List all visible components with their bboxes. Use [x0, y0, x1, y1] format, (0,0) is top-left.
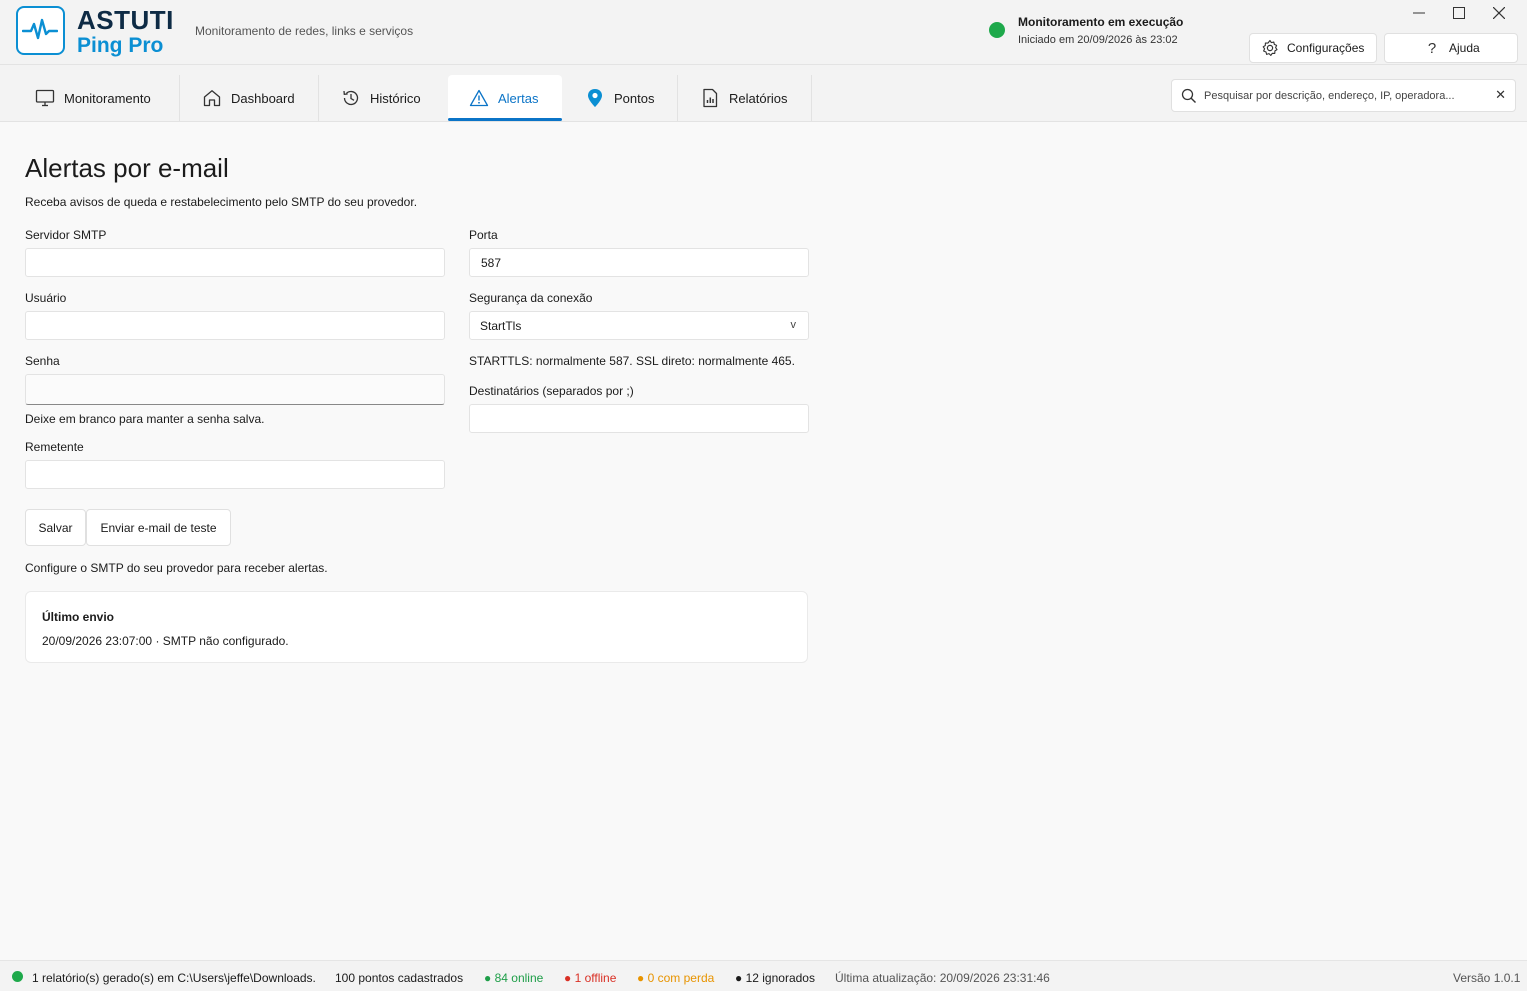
tab-label: Relatórios [729, 90, 788, 106]
tab-label: Histórico [370, 90, 421, 106]
tab-label: Dashboard [231, 90, 295, 106]
page-subtitle: Receba avisos de queda e restabeleciment… [25, 195, 418, 209]
status-started: Iniciado em 20/09/2026 às 23:02 [1018, 34, 1178, 46]
password-hint: Deixe em branco para manter a senha salv… [25, 412, 265, 426]
help-button[interactable]: ? Ajuda [1384, 33, 1518, 63]
online-count: ● 84 online [484, 971, 544, 985]
tab-label: Monitoramento [64, 90, 151, 106]
history-icon [341, 88, 361, 108]
sender-label: Remetente [25, 440, 84, 454]
security-selected-value: StartTls [480, 318, 522, 333]
loss-count: ● 0 com perda [637, 971, 715, 985]
tagline: Monitoramento de redes, links e serviços [195, 24, 414, 38]
search-icon [1181, 88, 1197, 107]
tab-relatorios[interactable]: Relatórios [678, 75, 811, 121]
tab-alertas[interactable]: Alertas [448, 75, 562, 121]
warning-icon [469, 88, 489, 108]
minimize-icon [1413, 12, 1425, 14]
tab-divider [811, 75, 812, 121]
logo [16, 6, 65, 55]
ignored-count: ● 12 ignorados [735, 971, 815, 985]
chevron-down-icon: v [790, 319, 797, 331]
report-status: 1 relatório(s) gerado(s) em C:\Users\jef… [32, 971, 316, 985]
monitor-icon [35, 88, 55, 108]
header: ASTUTI Ping Pro Monitoramento de redes, … [0, 0, 1527, 65]
status-indicator [989, 22, 1005, 38]
status-bar: 1 relatório(s) gerado(s) em C:\Users\jef… [0, 960, 1527, 991]
security-select[interactable]: StartTls v [469, 311, 809, 340]
home-icon [202, 88, 222, 108]
smtp-server-input[interactable] [25, 248, 445, 277]
maximize-button[interactable] [1439, 2, 1479, 24]
save-button[interactable]: Salvar [25, 509, 86, 546]
recipients-input[interactable] [469, 404, 809, 433]
app-window: ASTUTI Ping Pro Monitoramento de redes, … [0, 0, 1527, 991]
brand-subname: Ping Pro [77, 34, 164, 57]
last-send-title: Último envio [42, 610, 115, 624]
maximize-icon [1453, 7, 1465, 19]
close-icon [1493, 7, 1505, 19]
last-update: Última atualização: 20/09/2026 23:31:46 [835, 971, 1050, 985]
user-input[interactable] [25, 311, 445, 340]
tab-monitoramento[interactable]: Monitoramento [24, 75, 179, 121]
user-label: Usuário [25, 291, 67, 305]
pulse-icon [22, 18, 58, 40]
tab-label: Pontos [614, 90, 655, 106]
settings-button[interactable]: Configurações [1249, 33, 1377, 63]
close-button[interactable] [1479, 2, 1519, 24]
minimize-button[interactable] [1399, 2, 1439, 24]
page-title: Alertas por e-mail [25, 153, 229, 183]
status-title: Monitoramento em execução [1018, 15, 1184, 29]
clear-search-icon[interactable]: ✕ [1495, 87, 1506, 103]
info-text: Configure o SMTP do seu provedor para re… [25, 561, 328, 575]
help-label: Ajuda [1449, 41, 1480, 55]
port-input[interactable] [469, 248, 809, 277]
last-send-card: Último envio 20/09/2026 23:07:00 · SMTP … [25, 591, 808, 663]
offline-count: ● 1 offline [564, 971, 617, 985]
security-hint: STARTTLS: normalmente 587. SSL direto: n… [469, 354, 795, 368]
password-label: Senha [25, 354, 60, 368]
active-tab-indicator [448, 118, 562, 121]
recipients-label: Destinatários (separados por ;) [469, 384, 634, 398]
brand-name: ASTUTI [77, 5, 174, 35]
help-icon: ? [1427, 39, 1437, 57]
status-indicator [12, 971, 23, 982]
password-input[interactable] [25, 374, 445, 405]
settings-label: Configurações [1287, 41, 1365, 55]
search-input[interactable] [1204, 86, 1489, 106]
tab-dashboard[interactable]: Dashboard [180, 75, 318, 121]
sender-input[interactable] [25, 460, 445, 489]
gear-icon [1261, 39, 1279, 57]
send-test-email-button[interactable]: Enviar e-mail de teste [86, 509, 231, 546]
port-label: Porta [469, 228, 498, 242]
security-label: Segurança da conexão [469, 291, 593, 305]
tab-historico[interactable]: Histórico [319, 75, 447, 121]
tab-pontos[interactable]: Pontos [563, 75, 677, 121]
tab-label: Alertas [498, 90, 539, 106]
report-icon [700, 88, 720, 108]
version-label: Versão 1.0.1 [1453, 971, 1521, 985]
smtp-server-label: Servidor SMTP [25, 228, 107, 242]
last-send-text: 20/09/2026 23:07:00 · SMTP não configura… [42, 634, 289, 648]
search-box[interactable]: ✕ [1171, 79, 1516, 112]
points-count: 100 pontos cadastrados [335, 971, 464, 985]
map-pin-icon [585, 88, 605, 108]
